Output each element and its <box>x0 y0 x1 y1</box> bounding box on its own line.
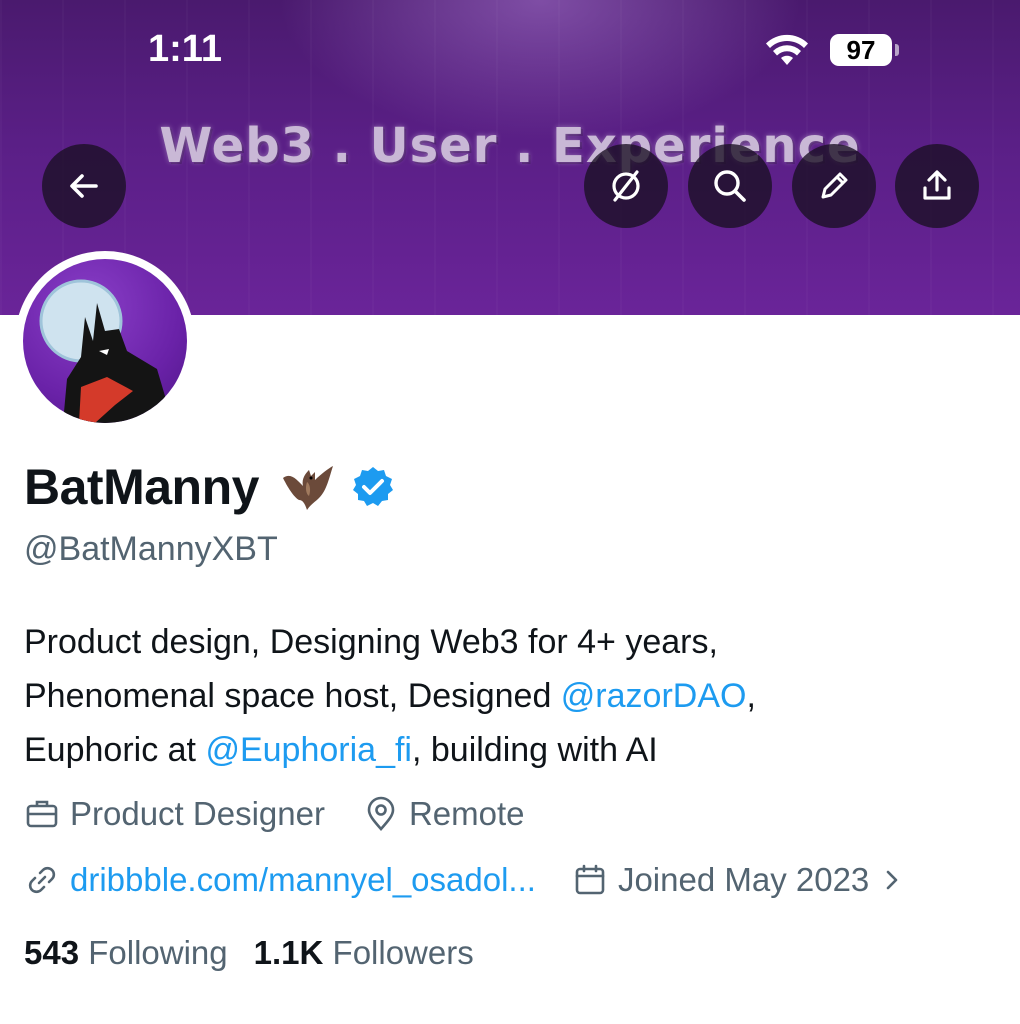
avatar[interactable] <box>15 251 195 431</box>
chevron-right-icon <box>886 870 898 890</box>
grok-button[interactable] <box>584 144 668 228</box>
joined-date[interactable]: Joined May 2023 <box>572 861 905 899</box>
profile-bio: Product design, Designing Web3 for 4+ ye… <box>24 615 1004 777</box>
battery-cap <box>895 44 899 56</box>
briefcase-icon <box>26 800 58 828</box>
bat-emoji-icon <box>282 466 333 510</box>
profession: Product Designer <box>24 795 325 833</box>
edit-button[interactable] <box>792 144 876 228</box>
followers-label: Followers <box>332 934 474 971</box>
bio-line: Euphoric at @Euphoria_fi, building with … <box>24 723 1004 777</box>
location: Remote <box>363 795 525 833</box>
back-arrow-icon <box>70 174 98 198</box>
display-name: BatManny <box>24 459 259 515</box>
profession-label: Product Designer <box>70 795 325 832</box>
location-label: Remote <box>408 795 525 832</box>
battery-indicator: 97 <box>830 34 892 66</box>
link-icon <box>28 866 56 894</box>
website-link[interactable]: dribbble.com/mannyel_osadol... <box>70 861 536 899</box>
bio-text: , <box>746 677 756 715</box>
following-label: Following <box>88 934 228 971</box>
search-icon <box>714 170 746 202</box>
website[interactable]: dribbble.com/mannyel_osadol... <box>24 861 536 899</box>
profile-meta-row: dribbble.com/mannyel_osadol... Joined Ma… <box>24 861 905 899</box>
bio-line: Phenomenal space host, Designed @razorDA… <box>24 669 1004 723</box>
location-pin-icon <box>367 796 395 831</box>
calendar-icon <box>575 864 605 895</box>
share-button[interactable] <box>895 144 979 228</box>
mention-link[interactable]: @razorDAO <box>561 677 747 715</box>
share-icon <box>923 170 951 200</box>
joined-label: Joined May 2023 <box>617 861 870 898</box>
mention-link[interactable]: @Euphoria_fi <box>205 731 412 769</box>
bio-text: , building with AI <box>411 731 658 769</box>
wifi-icon <box>766 34 808 65</box>
search-button[interactable] <box>688 144 772 228</box>
status-time: 1:11 <box>148 28 222 70</box>
follow-stats: 543 Following 1.1K Followers <box>24 934 474 972</box>
pencil-icon <box>821 172 848 199</box>
verified-badge-icon[interactable] <box>351 465 395 509</box>
user-handle: @BatMannyXBT <box>24 530 278 568</box>
bio-text: Euphoric at <box>24 731 206 769</box>
grok-icon <box>612 170 640 202</box>
bio-line: Product design, Designing Web3 for 4+ ye… <box>24 623 718 661</box>
following-stat[interactable]: 543 Following <box>24 934 228 972</box>
avatar-image <box>39 279 173 423</box>
back-button[interactable] <box>42 144 126 228</box>
followers-stat[interactable]: 1.1K Followers <box>254 934 474 972</box>
following-count: 543 <box>24 934 80 971</box>
name-row: BatManny <box>24 452 395 522</box>
bio-text: Phenomenal space host, Designed <box>24 677 561 715</box>
followers-count: 1.1K <box>253 934 324 971</box>
profile-meta-row: Product Designer Remote <box>24 795 525 833</box>
